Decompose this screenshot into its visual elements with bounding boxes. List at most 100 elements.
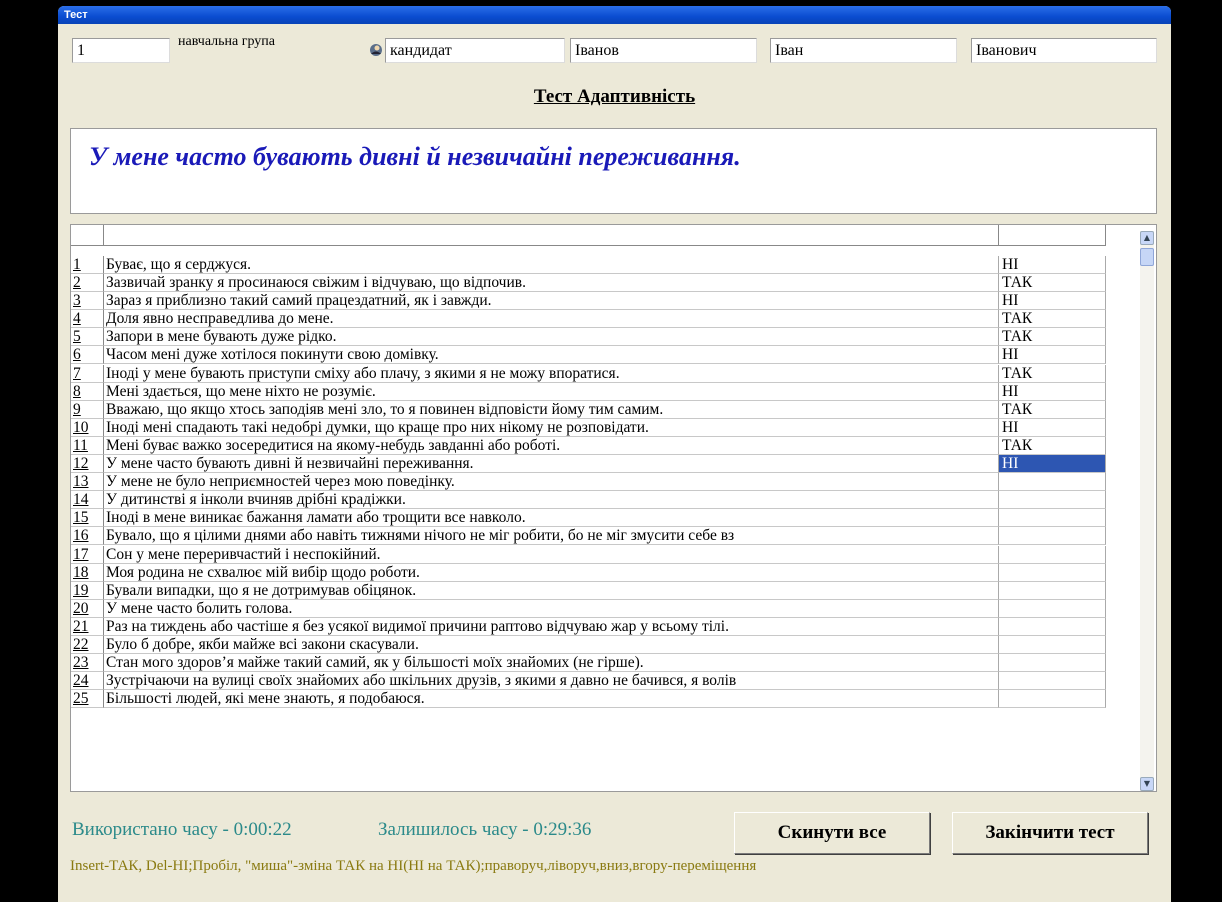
question-text: Доля явно несправедлива до мене. xyxy=(104,310,999,329)
table-row[interactable]: 8 Мені здається, що мене ніхто не розуміє… xyxy=(71,382,1106,401)
answer-cell[interactable] xyxy=(999,473,1106,492)
grid-header-num xyxy=(71,225,104,245)
table-row[interactable]: 11 Мені буває важко зосередитися на якому… xyxy=(71,436,1106,455)
answer-cell[interactable]: НІ xyxy=(999,292,1106,311)
question-text: Мені здається, що мене ніхто не розуміє. xyxy=(104,382,999,401)
table-row[interactable]: 4 Доля явно несправедлива до мене. ТАК xyxy=(71,310,1106,329)
answer-cell[interactable] xyxy=(999,599,1106,618)
scroll-thumb[interactable] xyxy=(1140,248,1154,266)
answer-cell[interactable] xyxy=(999,545,1106,564)
table-row[interactable]: 1 Буває, що я серджуся. НІ xyxy=(71,256,1106,274)
table-row[interactable]: 22 Було б добре, якби майже всі закони ск… xyxy=(71,635,1106,654)
answer-cell[interactable] xyxy=(999,672,1106,691)
questions-grid[interactable]: 1 Буває, що я серджуся. НІ 2 Зазвичай зранку… xyxy=(70,224,1157,792)
answer-cell[interactable] xyxy=(999,563,1106,582)
answer-cell[interactable] xyxy=(999,527,1106,546)
question-text: Бувало, що я цілими днями або навіть тиж… xyxy=(104,527,999,546)
question-number: 3 xyxy=(71,292,104,311)
question-number: 22 xyxy=(71,635,104,654)
table-row[interactable]: 25 Більшості людей, які мене знають, я по… xyxy=(71,690,1106,709)
question-text: Іноді у мене бувають приступи сміху або … xyxy=(104,364,999,383)
finish-test-button[interactable]: Закінчити тест xyxy=(952,812,1148,854)
question-number: 16 xyxy=(71,527,104,546)
time-used: Використано часу - 0:00:22 xyxy=(72,819,292,840)
answer-cell[interactable]: НІ xyxy=(999,382,1106,401)
question-number: 5 xyxy=(71,328,104,347)
answer-cell[interactable]: НІ xyxy=(999,256,1106,274)
test-window: Тест 1 навчальна група кандидат Іванов І… xyxy=(58,6,1171,902)
answer-cell[interactable] xyxy=(999,581,1106,600)
table-row[interactable]: 21 Раз на тиждень або частіше я без усяко… xyxy=(71,617,1106,636)
table-row[interactable]: 6 Часом мені дуже хотілося покинути свою … xyxy=(71,346,1106,365)
first-name-field[interactable]: Іван xyxy=(770,38,957,63)
table-row[interactable]: 15 Іноді в мене виникає бажання ламати аб… xyxy=(71,509,1106,528)
answer-cell[interactable]: ТАК xyxy=(999,274,1106,293)
answer-cell[interactable] xyxy=(999,491,1106,510)
test-title: Тест Адаптивність xyxy=(533,86,696,107)
question-number: 25 xyxy=(71,690,104,709)
table-row[interactable]: 3 Зараз я приблизно такий самий працездат… xyxy=(71,292,1106,311)
question-text: У мене не було неприємностей через мою п… xyxy=(104,473,999,492)
scroll-down-icon[interactable]: ▼ xyxy=(1140,777,1154,791)
question-text: Зараз я приблизно такий самий працездатн… xyxy=(104,292,999,311)
question-text: Запори в мене бувають дуже рідко. xyxy=(104,328,999,347)
grid-header xyxy=(71,225,1106,246)
answer-cell[interactable]: НІ xyxy=(999,418,1106,437)
table-row[interactable]: 13 У мене не було неприємностей через мою… xyxy=(71,473,1106,492)
table-row[interactable]: 19 Бували випадки, що я не дотримував обі… xyxy=(71,581,1106,600)
answer-cell[interactable]: НІ xyxy=(999,346,1106,365)
grid-header-question xyxy=(104,225,999,245)
answer-cell[interactable]: НІ xyxy=(999,455,1106,474)
current-question-panel: У мене часто бувають дивні й незвичайні … xyxy=(70,128,1157,214)
table-row[interactable]: 12 У мене часто бувають дивні й незвичайн… xyxy=(71,455,1106,474)
question-number: 8 xyxy=(71,382,104,401)
answer-cell[interactable]: ТАК xyxy=(999,310,1106,329)
question-text: Бували випадки, що я не дотримував обіця… xyxy=(104,581,999,600)
answer-cell[interactable]: ТАК xyxy=(999,436,1106,455)
table-row[interactable]: 9 Вважаю, що якщо хтось заподіяв мені зло… xyxy=(71,400,1106,419)
answer-cell[interactable] xyxy=(999,509,1106,528)
question-text: Мені буває важко зосередитися на якому-н… xyxy=(104,436,999,455)
scroll-up-icon[interactable]: ▲ xyxy=(1140,231,1154,245)
answer-cell[interactable] xyxy=(999,654,1106,673)
question-rows: 1 Буває, що я серджуся. НІ 2 Зазвичай зранку… xyxy=(71,256,1106,709)
table-row[interactable]: 23 Стан мого здоров’я майже такий самий, … xyxy=(71,654,1106,673)
group-number-field[interactable]: 1 xyxy=(72,38,170,63)
vertical-scrollbar[interactable]: ▲ ▼ xyxy=(1140,231,1154,791)
question-number: 18 xyxy=(71,563,104,582)
question-text: У мене часто болить голова. xyxy=(104,599,999,618)
answer-cell[interactable]: ТАК xyxy=(999,364,1106,383)
time-left: Залишилось часу - 0:29:36 xyxy=(378,819,592,840)
table-row[interactable]: 24 Зустрічаючи на вулиці своїх знайомих а… xyxy=(71,672,1106,691)
table-row[interactable]: 5 Запори в мене бувають дуже рідко. ТАК xyxy=(71,328,1106,347)
answer-cell[interactable]: ТАК xyxy=(999,400,1106,419)
question-number: 1 xyxy=(71,256,104,274)
question-text: Більшості людей, які мене знають, я подо… xyxy=(104,690,999,709)
table-row[interactable]: 16 Бувало, що я цілими днями або навіть т… xyxy=(71,527,1106,546)
table-row[interactable]: 14 У дитинстві я інколи вчиняв дрібні кра… xyxy=(71,491,1106,510)
table-row[interactable]: 17 Сон у мене переривчастий і неспокійний… xyxy=(71,545,1106,564)
user-icon xyxy=(370,44,382,56)
last-name-field[interactable]: Іванов xyxy=(570,38,757,63)
table-row[interactable]: 18 Моя родина не схвалює мій вибір щодо р… xyxy=(71,563,1106,582)
question-number: 2 xyxy=(71,274,104,293)
table-row[interactable]: 7 Іноді у мене бувають приступи сміху або… xyxy=(71,364,1106,383)
reset-all-button[interactable]: Скинути все xyxy=(734,812,930,854)
question-text: Сон у мене переривчастий і неспокійний. xyxy=(104,545,999,564)
question-number: 11 xyxy=(71,436,104,455)
answer-cell[interactable] xyxy=(999,690,1106,709)
table-row[interactable]: 10 Іноді мені спадають такі недобрі думки… xyxy=(71,418,1106,437)
table-row[interactable]: 2 Зазвичай зранку я просинаюся свіжим і в… xyxy=(71,274,1106,293)
role-field[interactable]: кандидат xyxy=(385,38,565,63)
answer-cell[interactable] xyxy=(999,635,1106,654)
question-text: Вважаю, що якщо хтось заподіяв мені зло,… xyxy=(104,400,999,419)
question-text: У дитинстві я інколи вчиняв дрібні краді… xyxy=(104,491,999,510)
question-text: Буває, що я серджуся. xyxy=(104,256,999,274)
answer-cell[interactable] xyxy=(999,617,1106,636)
table-row[interactable]: 20 У мене часто болить голова. xyxy=(71,599,1106,618)
answer-cell[interactable]: ТАК xyxy=(999,328,1106,347)
question-text: Іноді мені спадають такі недобрі думки, … xyxy=(104,418,999,437)
question-text: Було б добре, якби майже всі закони скас… xyxy=(104,635,999,654)
question-number: 9 xyxy=(71,400,104,419)
patronymic-field[interactable]: Іванович xyxy=(971,38,1157,63)
